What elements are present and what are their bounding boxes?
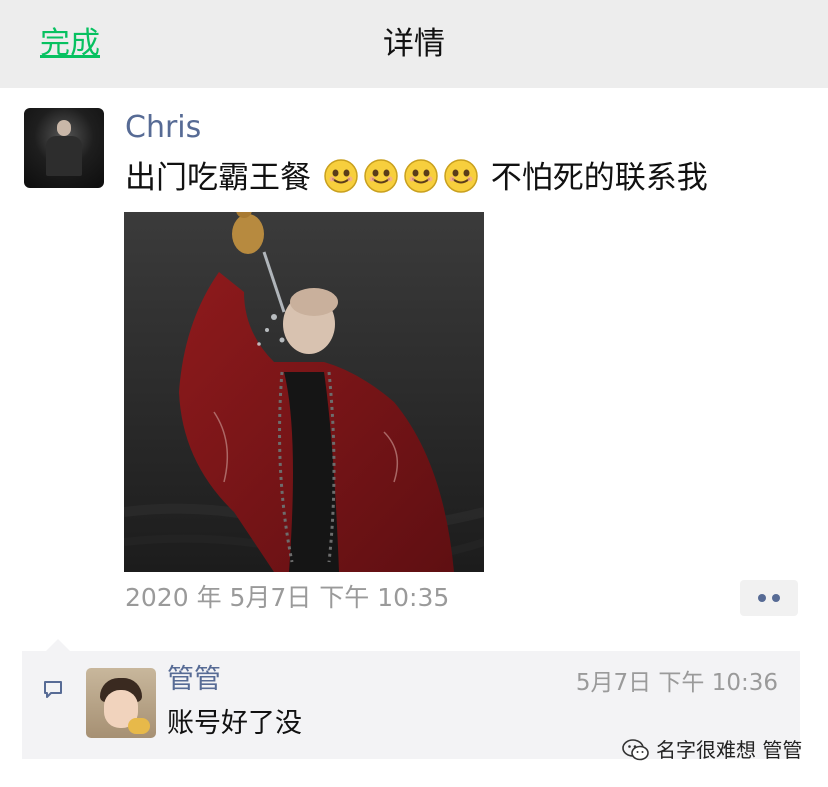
smile-emoji <box>364 159 398 193</box>
comment-time: 5月7日 下午 10:36 <box>575 670 778 696</box>
commenter-name[interactable]: 管管 <box>167 661 221 699</box>
avatar-hand <box>128 718 150 734</box>
post-text-before: 出门吃霸王餐 <box>125 160 311 196</box>
post-text-after: 不怕死的联系我 <box>490 160 708 196</box>
smile-emoji <box>444 159 478 193</box>
avatar-figure-head <box>57 120 71 136</box>
avatar-figure-body <box>46 136 82 176</box>
smile-emoji <box>404 159 438 193</box>
wechat-logo-icon <box>622 739 649 761</box>
more-actions-button[interactable] <box>740 580 798 616</box>
watermark: 名字很难想 管管 <box>622 735 802 765</box>
post-text: 出门吃霸王餐 不怕死的联系我 <box>125 158 708 198</box>
smile-emoji <box>324 159 358 193</box>
more-dot-icon <box>758 594 766 602</box>
post-timestamp: 2020 年 5月7日 下午 10:35 <box>125 583 450 612</box>
post-photo[interactable] <box>124 212 484 572</box>
commenter-avatar[interactable] <box>86 668 156 738</box>
more-dot-icon <box>772 594 780 602</box>
post-author-name[interactable]: Chris <box>125 108 201 148</box>
photo-illustration <box>124 212 484 572</box>
comment-bubble-icon <box>44 681 62 698</box>
navbar: 完成 详情 <box>0 0 828 88</box>
page-title: 详情 <box>383 26 445 62</box>
comment-text: 账号好了没 <box>167 708 302 739</box>
watermark-text: 名字很难想 管管 <box>656 738 803 762</box>
author-avatar[interactable] <box>24 108 104 188</box>
